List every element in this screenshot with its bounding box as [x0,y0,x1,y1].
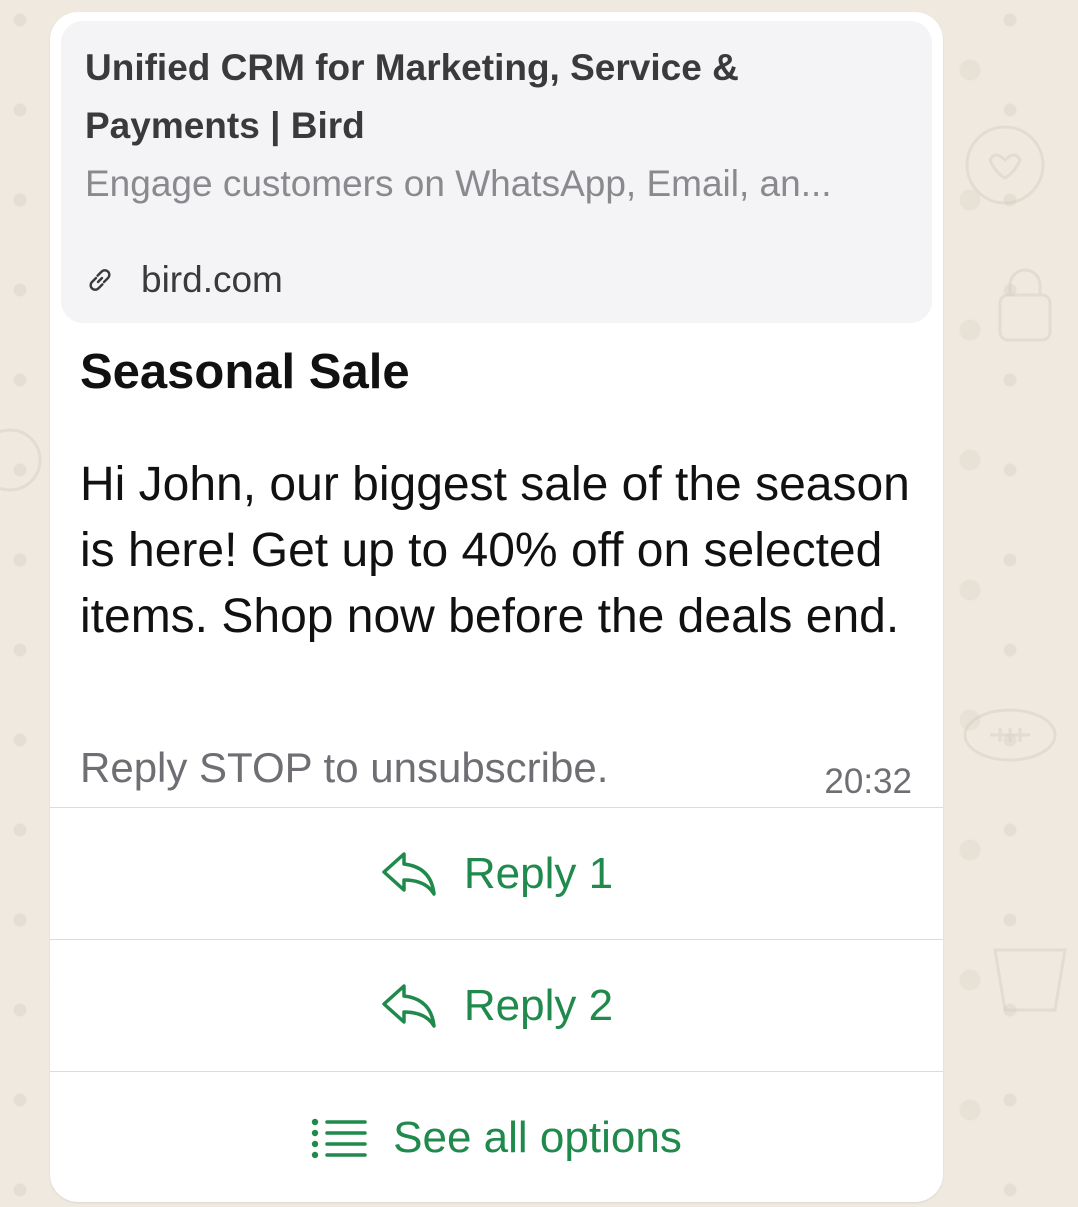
heart-doodle-icon [965,125,1045,205]
pot-doodle-icon [993,948,1067,1012]
link-icon [85,265,115,295]
message-body: Hi John, our biggest sale of the season … [80,458,910,643]
lock-doodle-icon [998,268,1052,342]
message-footer: Reply STOP to unsubscribe. [80,744,609,791]
quick-reply-button-1[interactable]: Reply 1 [50,807,943,939]
message-title: Seasonal Sale [80,345,410,399]
reply-icon [380,850,438,898]
see-all-options-button[interactable]: See all options [50,1071,943,1202]
link-preview-description: Engage customers on WhatsApp, Email, an.… [85,163,832,204]
list-icon [311,1118,367,1158]
quick-reply-button-2[interactable]: Reply 2 [50,939,943,1071]
link-preview-card[interactable]: Unified CRM for Marketing, Service & Pay… [61,21,932,323]
quick-reply-label-2: Reply 2 [463,980,614,1030]
message-timestamp: 20:32 [824,762,912,801]
doodle-left-icon [0,428,42,492]
message-bubble: Unified CRM for Marketing, Service & Pay… [50,12,943,1202]
link-preview-domain: bird.com [141,259,283,300]
see-all-options-label: See all options [393,1112,682,1162]
football-doodle-icon [963,708,1057,762]
reply-icon [380,982,438,1030]
link-preview-title: Unified CRM for Marketing, Service & Pay… [85,47,739,146]
link-preview-domain-row: bird.com [85,255,283,305]
quick-reply-label-1: Reply 1 [463,848,614,898]
